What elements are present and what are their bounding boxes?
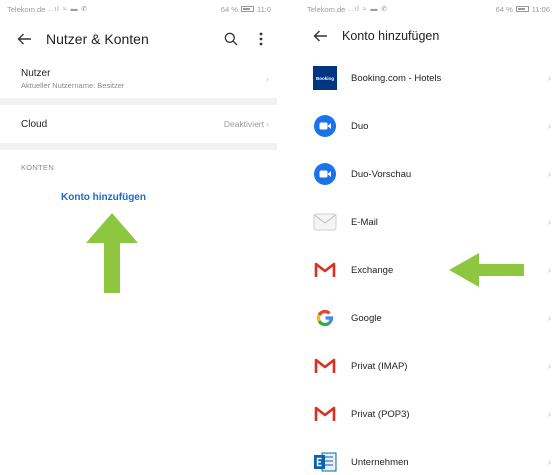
account-row-email[interactable]: E-Mail › [300,198,556,246]
account-row-duo[interactable]: Duo › [300,102,556,150]
email-icon [313,210,337,234]
battery-icon [240,6,254,12]
section-header-konten: KONTEN [21,163,55,172]
chevron-right-icon: › [548,217,551,227]
account-row-unternehmen[interactable]: Unternehmen › [300,438,556,475]
account-label: Privat (IMAP) [351,360,408,372]
battery-percent: 64 % [220,4,238,14]
arrow-up-icon [86,213,138,293]
battery-icon [515,6,529,12]
chevron-right-icon: › [548,73,551,83]
account-row-google[interactable]: Google › [300,294,556,342]
arrow-left-icon [449,253,524,287]
signal-icons: ..ıl ≈ ▬ ✆ [348,6,389,13]
user-row-title: Nutzer [21,68,51,79]
clock: 11:0 [256,4,271,14]
chevron-right-icon: › [548,265,551,275]
chevron-right-icon: › [548,121,551,131]
cloud-row-title: Cloud [21,118,48,130]
booking-logo: Booking [313,66,337,90]
app-bar: Nutzer & Konten [0,18,277,60]
account-row-booking[interactable]: Booking Booking.com - Hotels › [300,54,556,102]
chevron-right-icon: › [548,169,551,179]
divider [0,98,277,105]
chevron-right-icon: › [548,457,551,467]
gmail-icon [313,402,337,426]
exchange-icon [313,450,337,474]
status-bar: Telekom.de ..ıl ≈ ▬ ✆ 64 % 11:0 [0,0,277,18]
google-icon [313,306,337,330]
account-label: Duo-Vorschau [351,168,412,180]
gmail-icon [313,258,337,282]
user-row-subtitle: Aktueller Nutzername: Besitzer [21,81,125,90]
chevron-right-icon: › [548,313,551,323]
search-icon[interactable] [223,31,239,47]
status-bar: Telekom.de ..ıl ≈ ▬ ✆ 64 % 11:06 [300,0,556,18]
clock: 11:06 [531,4,550,14]
nutzer-konten-screen: Telekom.de ..ıl ≈ ▬ ✆ 64 % 11:0 Nutzer &… [0,0,277,475]
account-label: Unternehmen [351,456,409,468]
page-title: Nutzer & Konten [46,31,149,47]
signal-icons: ..ıl ≈ ▬ ✆ [48,6,89,13]
chevron-right-icon: › [266,74,269,84]
account-row-imap[interactable]: Privat (IMAP) › [300,342,556,390]
page-title: Konto hinzufügen [342,29,440,43]
user-row[interactable]: Nutzer Aktueller Nutzername: Besitzer › [0,60,277,98]
account-label: Privat (POP3) [351,408,410,420]
app-bar: Konto hinzufügen [300,18,556,54]
chevron-right-icon: › [548,409,551,419]
account-label: E-Mail [351,216,378,228]
overflow-menu-icon[interactable] [253,31,269,47]
carrier-label: Telekom.de [307,4,346,14]
booking-icon: Booking [313,66,337,90]
battery-percent: 64 % [495,4,513,14]
account-label: Google [351,312,382,324]
divider [0,143,277,150]
back-arrow-icon[interactable] [312,28,328,44]
account-row-duo-preview[interactable]: Duo-Vorschau › [300,150,556,198]
duo-icon [313,114,337,138]
account-label: Booking.com - Hotels [351,72,442,84]
duo-icon [313,162,337,186]
add-account-link[interactable]: Konto hinzufügen [0,192,277,203]
carrier-label: Telekom.de [7,4,46,14]
chevron-right-icon: › [548,361,551,371]
konto-hinzufuegen-screen: Telekom.de ..ıl ≈ ▬ ✆ 64 % 11:06 Konto h… [300,0,556,475]
cloud-status: Deaktiviert [223,119,264,129]
back-arrow-icon[interactable] [16,31,32,47]
account-row-pop3[interactable]: Privat (POP3) › [300,390,556,438]
gmail-icon [313,354,337,378]
chevron-right-icon: › [266,119,269,129]
cloud-row[interactable]: Cloud Deaktiviert › [0,105,277,143]
account-label: Duo [351,120,369,132]
